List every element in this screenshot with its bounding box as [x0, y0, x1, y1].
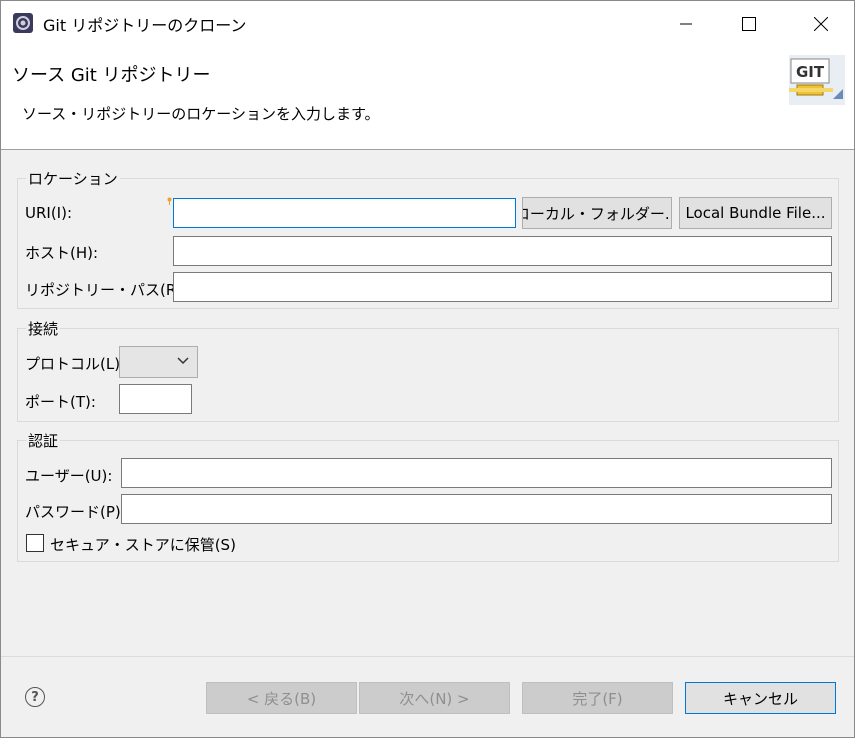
git-banner-icon: GIT — [789, 55, 845, 105]
password-label: パスワード(P): — [25, 503, 126, 521]
maximize-button[interactable] — [719, 1, 779, 46]
protocol-label: プロトコル(L): — [25, 355, 126, 373]
host-input[interactable] — [173, 236, 832, 266]
uri-input[interactable] — [173, 198, 516, 228]
minimize-icon — [680, 23, 692, 24]
close-button[interactable] — [791, 1, 851, 46]
git-banner-text: GIT — [796, 63, 825, 81]
local-folder-button[interactable]: ローカル・フォルダー... — [522, 197, 672, 229]
password-input[interactable] — [121, 494, 832, 524]
maximize-icon — [742, 16, 756, 31]
uri-label: URI(I): — [25, 204, 73, 222]
footer-separator — [1, 656, 854, 657]
secure-store-label: セキュア・ストアに保管(S) — [50, 536, 236, 554]
finish-button[interactable]: 完了(F) — [522, 682, 673, 714]
next-button[interactable]: 次へ(N) > — [359, 682, 510, 714]
chevron-down-icon — [177, 357, 189, 365]
back-button[interactable]: < 戻る(B) — [206, 682, 357, 714]
location-group-label: ロケーション — [26, 168, 120, 189]
cancel-button[interactable]: キャンセル — [685, 682, 836, 714]
content-assist-icon — [167, 197, 172, 205]
title-bar: Git リポジトリーのクローン — [1, 1, 854, 46]
page-title: ソース Git リポジトリー — [12, 65, 211, 86]
repo-path-label: リポジトリー・パス(R): — [25, 281, 188, 299]
auth-group-label: 認証 — [26, 430, 61, 451]
local-bundle-file-button[interactable]: Local Bundle File... — [679, 197, 832, 229]
user-input[interactable] — [121, 458, 832, 488]
window-title: Git リポジトリーのクローン — [43, 16, 247, 35]
host-label: ホスト(H): — [25, 244, 99, 262]
connection-group-label: 接続 — [26, 318, 61, 339]
minimize-button[interactable] — [656, 1, 716, 46]
close-icon — [814, 16, 828, 31]
port-label: ポート(T): — [25, 393, 96, 411]
user-label: ユーザー(U): — [25, 467, 113, 485]
secure-store-checkbox[interactable] — [26, 534, 44, 552]
page-description: ソース・リポジトリーのロケーションを入力します。 — [22, 105, 380, 123]
wizard-header: ソース Git リポジトリー ソース・リポジトリーのロケーションを入力します。 … — [1, 46, 854, 150]
repo-path-input[interactable] — [173, 272, 832, 302]
port-input[interactable] — [119, 384, 192, 414]
eclipse-app-icon — [13, 13, 33, 33]
help-icon[interactable]: ? — [25, 687, 45, 707]
clone-dialog-window: Git リポジトリーのクローン ソース Git リポジトリー ソース・リポジトリ… — [0, 0, 855, 738]
protocol-select[interactable] — [119, 346, 198, 378]
